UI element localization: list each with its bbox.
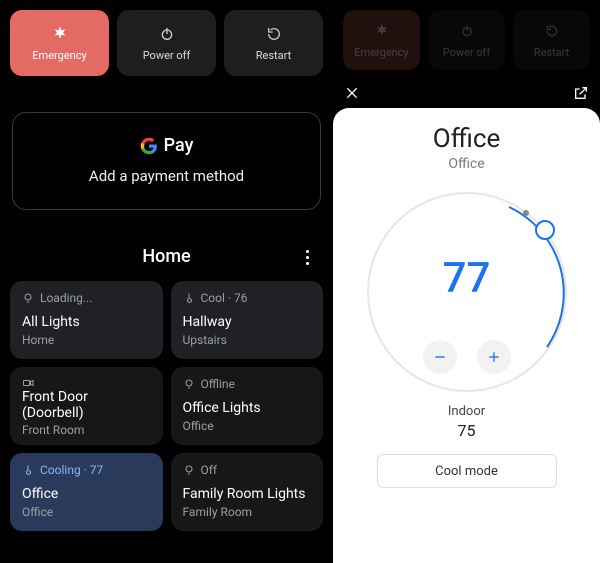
google-pay-card[interactable]: Pay Add a payment method [12,112,321,210]
power-off-button-dimmed: Power off [428,10,505,70]
open-external-button[interactable] [572,84,590,102]
device-tiles-grid: Loading... All Lights Home Cool · 76 Hal… [0,281,333,541]
mode-button[interactable]: Cool mode [377,454,557,488]
emergency-label: Emergency [354,46,408,59]
restart-label: Restart [534,46,569,59]
decrease-button[interactable] [423,340,457,374]
thermometer-icon [22,464,34,476]
bulb-icon [183,378,195,390]
tile-status: Cool · 76 [183,291,312,305]
tile-status: Offline [183,377,312,391]
tile-title: Hallway [183,314,312,330]
tile-subtitle: Front Room [22,423,151,437]
indoor-value: 75 [458,421,476,440]
google-g-icon [140,137,158,155]
video-icon [22,377,34,389]
restart-icon [543,22,561,40]
home-overflow-menu[interactable] [299,246,315,270]
power-button-row-dimmed: Emergency Power off Restart [333,0,600,78]
medical-icon [51,25,69,43]
tile-office-thermostat[interactable]: Cooling · 77 Office Office [10,453,163,531]
power-menu-screen: Emergency Power off Restart [0,0,333,563]
tile-all-lights[interactable]: Loading... All Lights Home [10,281,163,359]
tile-hallway[interactable]: Cool · 76 Hallway Upstairs [171,281,324,359]
sheet-top-bar [333,80,600,106]
tile-subtitle: Family Room [183,505,312,519]
tile-status: Off [183,463,312,477]
thermostat-detail-screen: Emergency Power off Restart [333,0,600,563]
bulb-icon [22,292,34,304]
home-title: Home [142,246,190,267]
google-pay-title: Pay [140,135,194,156]
tile-office-lights[interactable]: Offline Office Lights Office [171,367,324,445]
tile-status-text: Off [201,463,218,477]
tile-subtitle: Upstairs [183,333,312,347]
power-icon [158,25,176,43]
thermostat-sheet: Office Office 77 Ind [333,108,600,563]
tile-status: Cooling · 77 [22,463,151,477]
tile-title: Office Lights [183,400,312,416]
tile-status-text: Cool · 76 [201,291,248,305]
tile-subtitle: Home [22,333,151,347]
emergency-label: Emergency [32,49,86,62]
power-off-button[interactable]: Power off [117,10,216,76]
tile-title: All Lights [22,314,151,330]
sheet-subtitle: Office [448,156,484,172]
restart-button[interactable]: Restart [224,10,323,76]
restart-icon [265,25,283,43]
emergency-button-dimmed: Emergency [343,10,420,70]
tile-status-text: Offline [201,377,235,391]
tile-status-text: Loading... [40,291,92,305]
tile-status-text: Cooling · 77 [40,463,103,477]
bulb-icon [183,464,195,476]
google-pay-subtitle: Add a payment method [23,167,310,185]
power-off-label: Power off [443,46,491,59]
setpoint-adjust-row [367,340,567,374]
tile-subtitle: Office [183,419,312,433]
thermometer-icon [183,292,195,304]
indoor-label: Indoor [448,404,485,419]
tile-status [22,377,151,389]
tile-family-room-lights[interactable]: Off Family Room Lights Family Room [171,453,324,531]
restart-label: Restart [256,49,291,62]
tile-title: Office [22,486,151,502]
power-button-row: Emergency Power off Restart [0,0,333,84]
restart-button-dimmed: Restart [513,10,590,70]
mode-label: Cool mode [435,464,498,479]
tile-title: Front Door (Doorbell) [22,389,151,421]
home-section-header: Home [0,246,333,267]
temperature-dial[interactable]: 77 [367,192,567,392]
tile-status: Loading... [22,291,151,305]
emergency-button[interactable]: Emergency [10,10,109,76]
tile-subtitle: Office [22,505,151,519]
power-icon [458,22,476,40]
tile-front-door[interactable]: Front Door (Doorbell) Front Room [10,367,163,445]
increase-button[interactable] [477,340,511,374]
sheet-title: Office [433,124,500,154]
power-off-label: Power off [143,49,191,62]
tile-title: Family Room Lights [183,486,312,502]
google-pay-brand-suffix: Pay [164,135,194,156]
medical-icon [373,22,391,40]
close-button[interactable] [343,84,361,102]
